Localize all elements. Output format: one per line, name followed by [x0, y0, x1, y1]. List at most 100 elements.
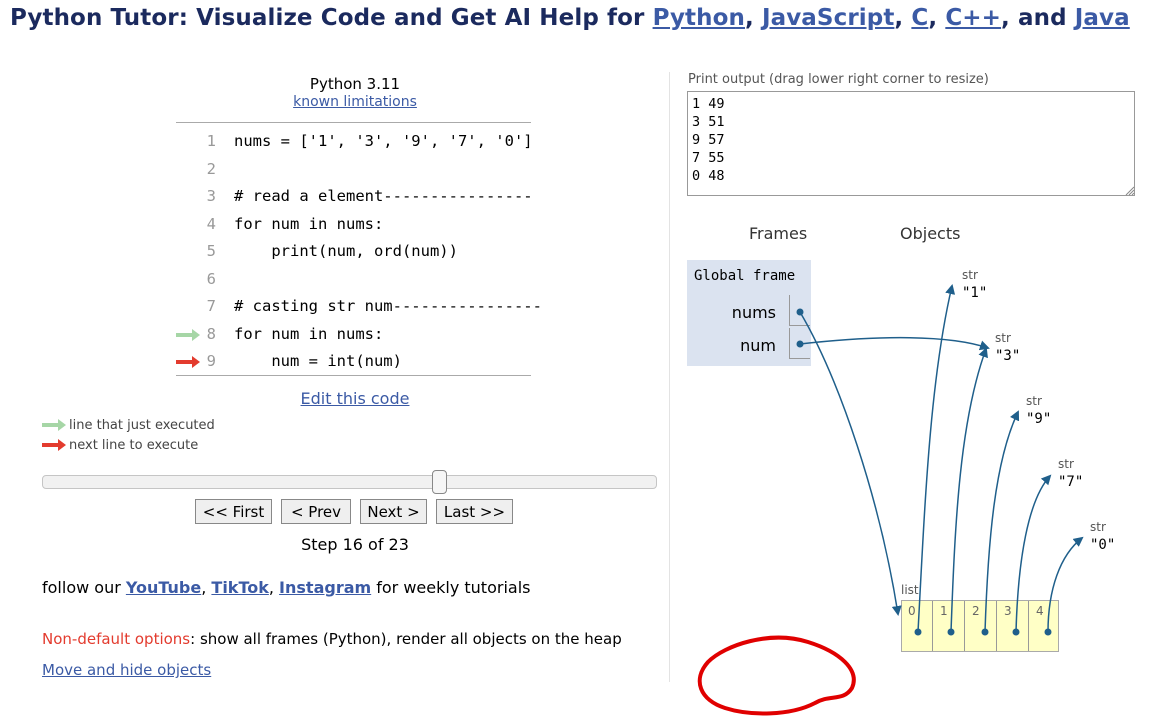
java-link[interactable]: Java [1075, 5, 1130, 31]
output-line: 3 51 [692, 114, 725, 130]
line-number: 8 [206, 324, 216, 343]
objects-heading: Objects [900, 224, 961, 243]
social-promo: follow our YouTube, TikTok, Instagram fo… [42, 578, 531, 597]
arrow-list1-to-str-3 [950, 347, 988, 633]
str-type-label: str [1058, 457, 1074, 471]
promo-prefix: follow our [42, 578, 126, 597]
code-line: 7 # casting str num---------------- [176, 293, 542, 320]
step-counter: Step 16 of 23 [301, 535, 409, 554]
line-number: 1 [206, 132, 216, 150]
arrow-num-to-str-3 [799, 336, 990, 351]
list-index: 2 [972, 604, 980, 618]
code-line: 4 for num in nums: [176, 211, 531, 238]
code-line: 2 [176, 156, 531, 183]
var-nums: nums [731, 303, 776, 322]
output-line: 9 57 [692, 132, 725, 148]
next-button[interactable]: Next > [360, 499, 427, 524]
line-number: 3 [206, 187, 216, 205]
list-index: 0 [908, 604, 916, 618]
first-button[interactable]: << First [195, 499, 272, 524]
line-number: 2 [206, 159, 216, 178]
cpp-link[interactable]: C++ [945, 5, 1001, 31]
var-nums-pointer-slot [789, 295, 810, 326]
var-num: num [740, 336, 776, 355]
output-line: 1 49 [692, 96, 725, 112]
legend-just-executed: line that just executed [69, 418, 215, 433]
arrow-list0-to-str-1 [917, 284, 956, 633]
output-line: 0 48 [692, 168, 725, 184]
frames-heading: Frames [749, 224, 808, 243]
global-frame-title: Global frame [694, 268, 796, 284]
str-value-7: "7" [1058, 474, 1084, 490]
page-title: Python Tutor: Visualize Code and Get AI … [10, 5, 1130, 31]
str-value-3: "3" [995, 348, 1021, 364]
list-index: 1 [940, 604, 948, 618]
list-cell: 4 [1030, 601, 1061, 651]
code-text: for num in nums: [234, 214, 384, 233]
known-limitations-link[interactable]: known limitations [230, 94, 480, 110]
code-line: 6 [176, 266, 531, 293]
javascript-link[interactable]: JavaScript [762, 5, 894, 31]
code-text: num = int(num) [234, 352, 402, 370]
legend-next-line: next line to execute [69, 438, 199, 453]
str-type-label: str [962, 268, 978, 282]
list-object: 0 1 2 3 4 [901, 600, 1059, 652]
code-line: 1 nums = ['1', '3', '9', '7', '0'] [176, 128, 533, 155]
line-number: 5 [206, 242, 216, 260]
str-value-0: "0" [1090, 537, 1116, 553]
code-text: # read a element---------------- [234, 187, 533, 205]
code-line: 8 for num in nums: [176, 321, 531, 348]
pane-divider [669, 72, 670, 682]
next-line-arrow-icon [42, 439, 66, 451]
code-line: 9 num = int(num) [176, 348, 531, 375]
print-output-box[interactable]: 1 49 3 51 9 57 7 55 0 48 [687, 91, 1135, 196]
line-number: 6 [206, 269, 216, 288]
title-sep: , [894, 5, 912, 31]
str-type-label: str [1090, 520, 1106, 534]
line-number: 7 [206, 297, 216, 315]
title-text: Python Tutor: Visualize Code and Get AI … [10, 5, 653, 31]
prev-button[interactable]: < Prev [281, 499, 351, 524]
edit-code-link[interactable]: Edit this code [230, 389, 480, 408]
promo-suffix: for weekly tutorials [371, 578, 531, 597]
list-index: 3 [1004, 604, 1012, 618]
youtube-link[interactable]: YouTube [126, 578, 201, 597]
arrow-nums-to-list [799, 311, 902, 616]
move-hide-objects-link[interactable]: Move and hide objects [42, 661, 211, 679]
step-slider[interactable] [42, 475, 657, 489]
options-text: : show all frames (Python), render all o… [190, 630, 622, 648]
line-number: 4 [206, 214, 216, 233]
arrow-list2-to-str-9 [984, 410, 1020, 633]
non-default-options: Non-default options: show all frames (Py… [42, 630, 622, 648]
code-text: # casting str num---------------- [234, 297, 542, 315]
list-cell: 0 [902, 601, 933, 651]
language-label: Python 3.11 [309, 75, 401, 93]
list-index: 4 [1036, 604, 1044, 618]
var-num-pointer-slot [789, 328, 810, 359]
c-link[interactable]: C [911, 5, 928, 31]
code-display: 1 nums = ['1', '3', '9', '7', '0'] 2 3 # rea… [176, 122, 542, 376]
line-number: 9 [206, 352, 216, 370]
instagram-link[interactable]: Instagram [279, 578, 371, 597]
title-sep: , [928, 5, 946, 31]
str-value-9: "9" [1026, 411, 1052, 427]
python-link[interactable]: Python [653, 5, 745, 31]
title-sep: , [744, 5, 762, 31]
str-type-label: str [995, 331, 1011, 345]
code-text: for num in nums: [234, 324, 384, 343]
code-text: nums = ['1', '3', '9', '7', '0'] [234, 132, 533, 150]
tiktok-link[interactable]: TikTok [211, 578, 268, 597]
last-button[interactable]: Last >> [436, 499, 513, 524]
list-cell: 3 [998, 601, 1029, 651]
code-text: print(num, ord(num)) [234, 242, 458, 260]
print-output-label: Print output (drag lower right corner to… [688, 72, 989, 87]
resize-grip-icon[interactable] [1125, 186, 1135, 196]
str-type-label: str [1026, 394, 1042, 408]
list-cell: 2 [966, 601, 997, 651]
red-scribble-annotation [697, 635, 856, 716]
str-value-1: "1" [962, 285, 988, 301]
step-slider-handle[interactable] [432, 470, 447, 494]
options-label: Non-default options [42, 630, 191, 648]
code-line: 5 print(num, ord(num)) [176, 238, 531, 265]
title-sep: , and [1001, 5, 1075, 31]
